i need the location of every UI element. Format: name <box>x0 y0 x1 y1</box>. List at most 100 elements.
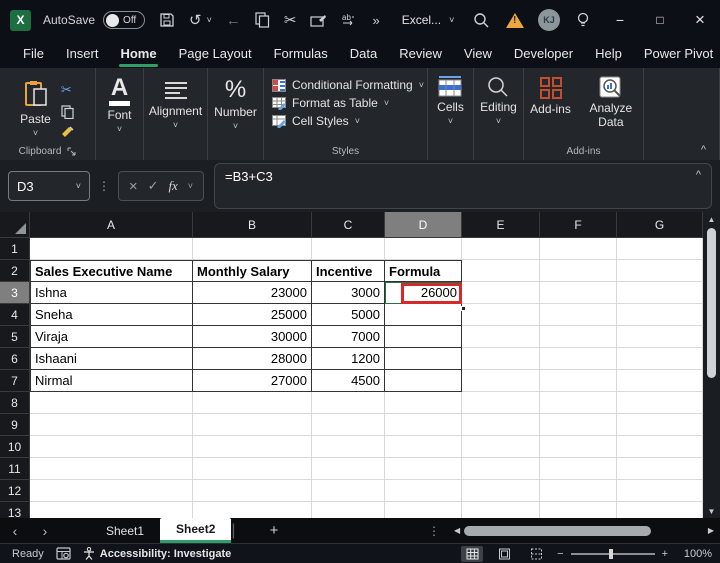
name-box[interactable]: D3 ˅ <box>8 171 90 201</box>
scroll-left-icon[interactable]: ◀ <box>454 526 460 535</box>
addins-button[interactable]: Add-ins <box>530 74 571 130</box>
cell-F5[interactable] <box>540 326 617 348</box>
cell-D8[interactable] <box>385 392 462 414</box>
cell-F10[interactable] <box>540 436 617 458</box>
sheet-tab-sheet1[interactable]: Sheet1 <box>90 518 160 543</box>
column-header-B[interactable]: B <box>193 212 312 238</box>
column-header-A[interactable]: A <box>30 212 193 238</box>
copy-button[interactable] <box>61 105 75 119</box>
formula-bar-collapse-icon[interactable]: ^ <box>696 169 701 181</box>
close-button[interactable]: × <box>680 0 720 40</box>
cell-A6[interactable]: Ishaani <box>30 348 193 370</box>
cell-C4[interactable]: 5000 <box>312 304 385 326</box>
horizontal-scrollbar[interactable]: ◀ ▶ <box>454 526 714 536</box>
column-header-F[interactable]: F <box>540 212 617 238</box>
cell-C13[interactable] <box>312 502 385 518</box>
cell-G13[interactable] <box>617 502 703 518</box>
cell-B12[interactable] <box>193 480 312 502</box>
cell-B7[interactable]: 27000 <box>193 370 312 392</box>
sheet-next-icon[interactable]: › <box>30 523 60 539</box>
cell-G11[interactable] <box>617 458 703 480</box>
fx-chevron-icon[interactable]: ˅ <box>188 181 193 191</box>
column-header-C[interactable]: C <box>312 212 385 238</box>
cell-F3[interactable] <box>540 282 617 304</box>
vertical-scroll-thumb[interactable] <box>707 228 716 378</box>
cell-F2[interactable] <box>540 260 617 282</box>
title-chevron-icon[interactable]: ˅ <box>449 15 454 25</box>
cell-F8[interactable] <box>540 392 617 414</box>
cell-G2[interactable] <box>617 260 703 282</box>
cell-D6[interactable] <box>385 348 462 370</box>
replace-icon[interactable]: ab <box>341 12 358 28</box>
cell-D9[interactable] <box>385 414 462 436</box>
undo-chevron-icon[interactable]: ˅ <box>207 15 212 25</box>
cell-C2[interactable]: Incentive <box>312 260 385 282</box>
cell-F12[interactable] <box>540 480 617 502</box>
cell-F7[interactable] <box>540 370 617 392</box>
cell-B4[interactable]: 25000 <box>193 304 312 326</box>
conditional-formatting-button[interactable]: Conditional Formatting ˅ <box>272 78 424 92</box>
cell-A2[interactable]: Sales Executive Name <box>30 260 193 282</box>
cell-F9[interactable] <box>540 414 617 436</box>
cell-G5[interactable] <box>617 326 703 348</box>
tab-formulas[interactable]: Formulas <box>263 42 339 67</box>
cell-A5[interactable]: Viraja <box>30 326 193 348</box>
cell-G7[interactable] <box>617 370 703 392</box>
cell-A9[interactable] <box>30 414 193 436</box>
cell-E7[interactable] <box>462 370 540 392</box>
cell-A12[interactable] <box>30 480 193 502</box>
font-group-button[interactable]: A Font ˅ <box>107 74 131 134</box>
cell-B11[interactable] <box>193 458 312 480</box>
tab-developer[interactable]: Developer <box>503 42 584 67</box>
save-icon[interactable] <box>159 12 175 28</box>
row-header-6[interactable]: 6 <box>0 348 30 370</box>
normal-view-button[interactable] <box>461 546 483 562</box>
macro-record-icon[interactable] <box>56 547 71 560</box>
scroll-down-icon[interactable]: ▼ <box>708 504 716 518</box>
enter-icon[interactable]: ✓ <box>148 178 159 194</box>
cell-C12[interactable] <box>312 480 385 502</box>
overflow-icon[interactable]: » <box>372 14 379 27</box>
cell-C11[interactable] <box>312 458 385 480</box>
undo-icon[interactable]: ↺ <box>189 13 202 28</box>
zoom-slider[interactable] <box>571 553 655 555</box>
cell-B9[interactable] <box>193 414 312 436</box>
cell-F6[interactable] <box>540 348 617 370</box>
cell-G6[interactable] <box>617 348 703 370</box>
cell-E13[interactable] <box>462 502 540 518</box>
cell-A1[interactable] <box>30 238 193 260</box>
formula-bar-drag-dots[interactable]: ⋮ <box>98 179 110 193</box>
cell-D4[interactable] <box>385 304 462 326</box>
cell-B8[interactable] <box>193 392 312 414</box>
zoom-level[interactable]: 100% <box>678 548 712 560</box>
cell-G1[interactable] <box>617 238 703 260</box>
document-title[interactable]: Excel... <box>402 13 441 27</box>
cell-E6[interactable] <box>462 348 540 370</box>
tab-file[interactable]: File <box>12 42 55 67</box>
cell-E3[interactable] <box>462 282 540 304</box>
avatar[interactable]: KJ <box>532 9 566 31</box>
maximize-button[interactable]: □ <box>640 0 680 40</box>
row-header-9[interactable]: 9 <box>0 414 30 436</box>
cell-C9[interactable] <box>312 414 385 436</box>
cell-E9[interactable] <box>462 414 540 436</box>
row-header-8[interactable]: 8 <box>0 392 30 414</box>
cell-D11[interactable] <box>385 458 462 480</box>
cell-G12[interactable] <box>617 480 703 502</box>
cell-C10[interactable] <box>312 436 385 458</box>
tab-power-pivot[interactable]: Power Pivot <box>633 42 720 67</box>
copy-icon[interactable] <box>255 12 270 28</box>
number-group-button[interactable]: % Number ˅ <box>214 74 257 131</box>
zoom-in-button[interactable]: + <box>662 548 668 560</box>
cell-D2[interactable]: Formula <box>385 260 462 282</box>
horizontal-scroll-thumb[interactable] <box>464 526 651 536</box>
cell-E10[interactable] <box>462 436 540 458</box>
formula-input[interactable]: =B3+C3 ^ <box>214 163 712 209</box>
cell-A8[interactable] <box>30 392 193 414</box>
alignment-group-button[interactable]: Alignment ˅ <box>149 74 202 130</box>
cell-E2[interactable] <box>462 260 540 282</box>
cell-A7[interactable]: Nirmal <box>30 370 193 392</box>
tab-insert[interactable]: Insert <box>55 42 110 67</box>
cell-A3[interactable]: Ishna <box>30 282 193 304</box>
row-header-1[interactable]: 1 <box>0 238 30 260</box>
